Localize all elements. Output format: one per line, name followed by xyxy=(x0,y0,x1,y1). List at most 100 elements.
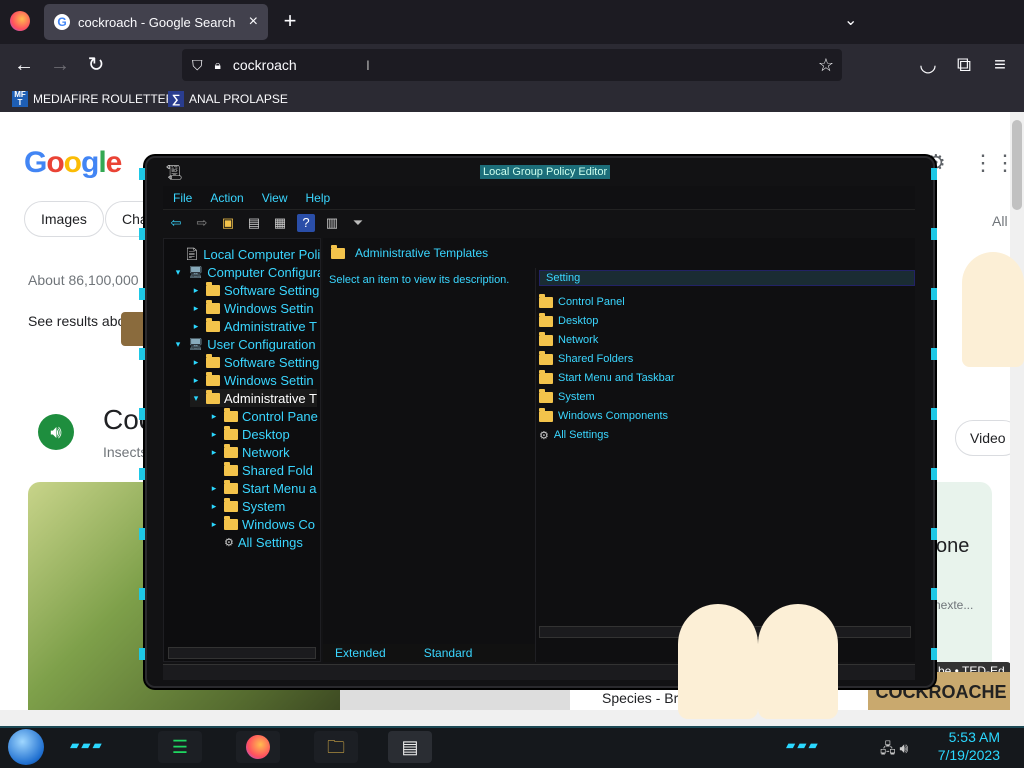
tree-node[interactable]: ⚙︎ All Settings xyxy=(208,533,303,551)
expand-arrow-icon[interactable]: ▸ xyxy=(208,411,220,422)
expand-arrow-icon[interactable]: ▸ xyxy=(208,483,220,494)
tree-node[interactable]: ▸ Start Menu a xyxy=(208,479,316,497)
list-item[interactable]: Network xyxy=(539,331,598,348)
bookmark-mediafire[interactable]: MF T MEDIAFIRE ROULETTER xyxy=(12,91,174,107)
tree-node[interactable]: ▸ Windows Settin xyxy=(190,371,314,389)
list-item[interactable]: Desktop xyxy=(539,312,598,329)
bookmark-label: ANAL PROLAPSE xyxy=(189,92,288,106)
list-item[interactable]: Windows Components xyxy=(539,407,668,424)
start-button[interactable] xyxy=(8,729,44,765)
file-explorer-taskbar-icon[interactable]: 🗀︎ xyxy=(314,731,358,763)
expand-arrow-icon[interactable]: ▸ xyxy=(190,357,202,368)
tree-node[interactable]: ▸ Windows Co xyxy=(208,515,315,533)
tree-node-label: Administrative T xyxy=(224,390,317,406)
tree-node[interactable]: 📄︎ Local Computer Policy xyxy=(168,245,320,263)
system-tray[interactable]: 🖧︎ 🔊︎ xyxy=(880,738,908,762)
folder-icon xyxy=(224,497,238,512)
tree-pane[interactable]: 📄︎ Local Computer Policy ▾ 🖥︎ Computer Confi… xyxy=(163,238,321,662)
new-tab-button[interactable]: + xyxy=(278,8,302,36)
expand-arrow-icon[interactable]: ▸ xyxy=(208,519,220,530)
google-logo[interactable]: Google xyxy=(24,146,122,180)
lock-icon[interactable]: 🔒︎ xyxy=(215,58,221,73)
tab-standard[interactable]: Standard xyxy=(424,646,473,660)
back-button[interactable]: ← xyxy=(10,51,38,79)
expand-arrow-icon[interactable]: ▸ xyxy=(208,501,220,512)
tree-node[interactable]: ▸ Control Pane xyxy=(208,407,318,425)
list-item[interactable]: System xyxy=(539,388,595,405)
menu-view[interactable]: View xyxy=(262,191,288,205)
expand-arrow-icon[interactable]: ▾ xyxy=(172,339,184,350)
menu-file[interactable]: File xyxy=(173,191,192,205)
page-horizontal-scrollbar[interactable] xyxy=(0,710,1024,726)
expand-arrow-icon[interactable]: ▸ xyxy=(208,429,220,440)
speaker-icon[interactable]: 🔊︎ xyxy=(38,414,74,450)
folder-icon xyxy=(206,353,220,368)
expand-arrow-icon[interactable]: ▸ xyxy=(190,321,202,332)
expand-arrow-icon[interactable]: ▾ xyxy=(172,267,184,278)
spotify-taskbar-icon[interactable]: ☰ xyxy=(158,731,202,763)
expand-arrow-icon[interactable]: ▾ xyxy=(190,393,202,404)
browser-tab[interactable]: G cockroach - Google Search × xyxy=(44,4,268,40)
tree-node[interactable]: ▸ Windows Settin xyxy=(190,299,314,317)
pane-divider[interactable] xyxy=(535,268,536,662)
filter-icon[interactable]: ⏷ xyxy=(349,214,367,232)
firefox-icon[interactable] xyxy=(10,11,30,31)
url-bar[interactable]: ⛉ 🔒︎ cockroach I ☆ xyxy=(182,49,842,81)
tree-node[interactable]: ▸ Desktop xyxy=(208,425,290,443)
shield-icon[interactable]: ⛉ xyxy=(192,57,203,74)
sigma-icon: ∑ xyxy=(168,91,184,107)
cartoon-sticker-icon xyxy=(678,604,758,719)
group-policy-taskbar-icon[interactable]: ▤ xyxy=(388,731,432,763)
description-text: Select an item to view its description. xyxy=(329,274,510,286)
close-tab-icon[interactable]: × xyxy=(249,13,258,31)
extensions-icon[interactable]: ⧉ xyxy=(950,51,978,79)
tree-node[interactable]: ▸ Administrative T xyxy=(190,317,317,335)
list-item[interactable]: Control Panel xyxy=(539,293,625,310)
bookmarks-toolbar: MF T MEDIAFIRE ROULETTER ∑ ANAL PROLAPSE xyxy=(0,86,1024,112)
pocket-icon[interactable]: ◡ xyxy=(914,51,942,79)
list-item[interactable]: Start Menu and Taskbar xyxy=(539,369,675,386)
all-filter-link[interactable]: All xyxy=(992,213,1008,229)
show-hide-tree-icon[interactable]: ▤ xyxy=(245,214,263,232)
tree-node[interactable]: Shared Fold xyxy=(208,461,313,479)
bookmark-second[interactable]: ∑ ANAL PROLAPSE xyxy=(168,91,288,107)
bookmark-star-icon[interactable]: ☆ xyxy=(818,55,834,76)
tree-node[interactable]: ▸ Software Setting xyxy=(190,353,319,371)
reload-button[interactable]: ↻ xyxy=(82,51,110,79)
menu-help[interactable]: Help xyxy=(306,191,331,205)
tree-node[interactable]: ▸ Software Setting xyxy=(190,281,319,299)
tree-horizontal-scrollbar[interactable] xyxy=(168,647,316,659)
tree-node[interactable]: ▸ System xyxy=(208,497,285,515)
tree-node[interactable]: ▸ Network xyxy=(208,443,290,461)
list-item-label: Start Menu and Taskbar xyxy=(558,372,675,384)
expand-arrow-icon[interactable]: ▸ xyxy=(190,375,202,386)
url-text[interactable]: cockroach xyxy=(233,57,297,73)
export-list-icon[interactable]: ▦ xyxy=(271,214,289,232)
tree-node[interactable]: ▾ Administrative T xyxy=(190,389,317,407)
expand-arrow-icon[interactable]: ▸ xyxy=(190,303,202,314)
network-icon[interactable]: 🖧︎ xyxy=(880,740,896,756)
bookmark-label: MEDIAFIRE ROULETTER xyxy=(33,92,175,106)
list-item[interactable]: Shared Folders xyxy=(539,350,633,367)
forward-button[interactable]: → xyxy=(46,51,74,79)
taskbar-clock[interactable]: 5:53 AM 7/19/2023 xyxy=(930,728,1000,764)
volume-icon[interactable]: 🔊︎ xyxy=(900,740,909,756)
tree-node[interactable]: ▾ 🖥︎ User Configuration xyxy=(172,335,316,353)
firefox-taskbar-icon[interactable] xyxy=(236,731,280,763)
list-tabs-chevron-icon[interactable]: ⌄ xyxy=(844,10,857,30)
menu-hamburger-icon[interactable]: ≡ xyxy=(986,51,1014,79)
page-scroll-thumb[interactable] xyxy=(1012,120,1022,210)
list-item[interactable]: ⚙︎ All Settings xyxy=(539,427,609,443)
back-arrow-icon[interactable]: ⇦ xyxy=(167,214,185,232)
forward-arrow-icon[interactable]: ⇨ xyxy=(193,214,211,232)
expand-arrow-icon[interactable]: ▸ xyxy=(208,447,220,458)
chip-images[interactable]: Images xyxy=(24,201,104,237)
tree-node[interactable]: ▾ 🖥︎ Computer Configura xyxy=(172,263,320,281)
help-icon[interactable]: ? xyxy=(297,214,315,232)
properties-icon[interactable]: ▥ xyxy=(323,214,341,232)
up-folder-icon[interactable]: ▣ xyxy=(219,214,237,232)
tab-extended[interactable]: Extended xyxy=(335,646,386,660)
expand-arrow-icon[interactable]: ▸ xyxy=(190,285,202,296)
menu-action[interactable]: Action xyxy=(210,191,243,205)
column-header-setting[interactable]: Setting xyxy=(539,270,915,286)
